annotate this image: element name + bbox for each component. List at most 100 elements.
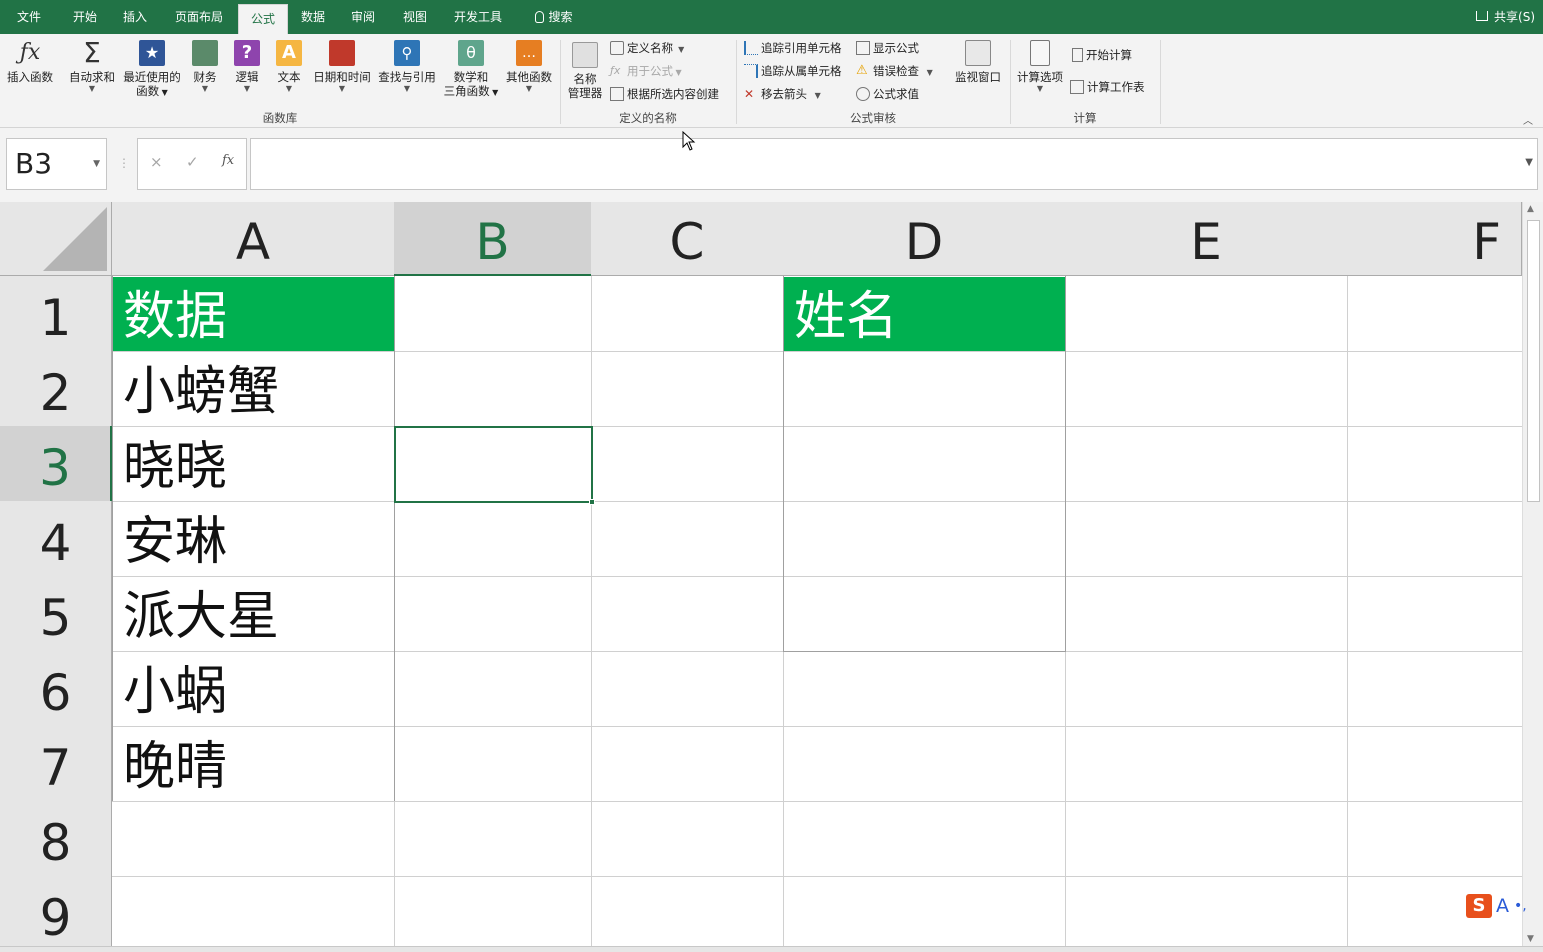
group-label-calculation: 计算	[1073, 111, 1097, 125]
remove-arrows-button[interactable]: ✕ 移去箭头 ▼	[744, 85, 821, 103]
tab-data[interactable]: 数据	[290, 0, 336, 34]
trace-precedents-button[interactable]: 追踪引用单元格	[744, 39, 842, 57]
calc-options-button[interactable]: 计算选项 ▼	[1014, 40, 1066, 94]
table-border	[783, 651, 1066, 652]
ime-punctuation-label: •,	[1514, 898, 1527, 914]
cancel-icon[interactable]: ×	[150, 153, 163, 171]
recent-label-2: 函数	[136, 84, 160, 98]
column-header-b[interactable]: B	[394, 202, 592, 276]
name-manager-label-1: 名称	[573, 72, 597, 86]
ellipsis-book-icon: …	[516, 40, 542, 66]
column-header-a[interactable]: A	[112, 202, 395, 276]
group-label-defined-names: 定义的名称	[619, 111, 677, 125]
warning-icon: ⚠	[856, 62, 868, 78]
name-box[interactable]: B3 ▼	[6, 138, 107, 190]
error-checking-button[interactable]: ⚠ 错误检查 ▼	[856, 62, 933, 80]
logical-label: 逻辑	[235, 70, 259, 84]
tab-file[interactable]: 文件	[6, 0, 52, 34]
chevron-down-icon[interactable]: ▼	[93, 139, 100, 189]
fx-icon: ƒx	[19, 40, 41, 65]
name-tags-icon	[572, 42, 598, 68]
math-trig-button[interactable]: θ 数学和 三角函数 ▼	[440, 40, 502, 100]
column-header-f[interactable]: F	[1347, 202, 1522, 276]
cell-a6[interactable]: 小蜗	[113, 652, 394, 726]
horizontal-scrollbar[interactable]	[0, 946, 1543, 952]
cell-d1[interactable]: 姓名	[784, 277, 1065, 351]
autosum-button[interactable]: Σ 自动求和 ▼	[64, 36, 120, 94]
gridline	[112, 876, 1522, 877]
show-formulas-button[interactable]: 显示公式	[856, 39, 919, 57]
scroll-up-icon[interactable]: ▲	[1527, 204, 1534, 214]
tab-insert[interactable]: 插入	[112, 0, 158, 34]
row-header-7[interactable]: 7	[0, 726, 112, 802]
tell-me-search[interactable]: 搜索	[524, 0, 584, 34]
ime-mode-label: A	[1496, 895, 1509, 917]
column-header-d[interactable]: D	[783, 202, 1066, 276]
insert-function-icon[interactable]: fx	[222, 153, 234, 168]
watch-window-button[interactable]: 监视窗口	[952, 40, 1004, 84]
lookup-button[interactable]: ⚲ 查找与引用 ▼	[376, 40, 438, 94]
cell-a5[interactable]: 派大星	[113, 577, 394, 651]
calc-now-button[interactable]: 开始计算	[1072, 46, 1132, 64]
row-header-2[interactable]: 2	[0, 351, 112, 427]
datetime-button[interactable]: 日期和时间 ▼	[310, 40, 374, 94]
formula-bar-grip-icon[interactable]: ⋮	[118, 156, 130, 170]
group-separator	[560, 40, 561, 124]
vertical-scroll-thumb[interactable]	[1527, 220, 1540, 502]
ime-indicator[interactable]: S A •,	[1466, 892, 1527, 920]
expand-formula-bar-icon[interactable]: ▼	[1525, 157, 1533, 168]
fill-handle[interactable]	[589, 499, 595, 505]
tab-formulas[interactable]: 公式	[238, 4, 288, 34]
evaluate-formula-button[interactable]: 公式求值	[856, 85, 919, 103]
vertical-scrollbar[interactable]: ▲ ▼	[1522, 202, 1543, 946]
row-header-6[interactable]: 6	[0, 651, 112, 727]
row-header-1[interactable]: 1	[0, 276, 112, 352]
trace-dependents-button[interactable]: 追踪从属单元格	[744, 62, 842, 80]
tab-page-layout[interactable]: 页面布局	[168, 0, 230, 34]
text-button[interactable]: A 文本 ▼	[270, 40, 308, 94]
sogou-logo-icon: S	[1466, 894, 1492, 918]
column-header-e[interactable]: E	[1065, 202, 1348, 276]
selected-cell-b3[interactable]	[394, 426, 593, 503]
worksheet-grid[interactable]: A B C D E F 1 2 3 4 5 6 7 8 9 数据 姓名 小螃蟹 …	[0, 202, 1522, 946]
share-button[interactable]: 共享(S)	[1476, 0, 1535, 34]
row-header-9[interactable]: 9	[0, 876, 112, 946]
collapse-ribbon-icon[interactable]: ︿	[1523, 112, 1533, 127]
name-manager-button[interactable]: 名称 管理器	[564, 42, 606, 100]
recently-used-button[interactable]: ★ 最近使用的 函数 ▼	[120, 40, 184, 100]
column-header-c[interactable]: C	[591, 202, 784, 276]
autosum-label: 自动求和	[69, 70, 115, 84]
sigma-icon: Σ	[83, 36, 101, 69]
select-all-corner[interactable]	[0, 202, 112, 276]
use-in-formula-button[interactable]: ƒx 用于公式 ▼	[610, 62, 682, 80]
row-header-4[interactable]: 4	[0, 501, 112, 577]
financial-button[interactable]: 财务 ▼	[186, 40, 224, 94]
logical-button[interactable]: ? 逻辑 ▼	[228, 40, 266, 94]
row-header-3[interactable]: 3	[0, 426, 112, 502]
cell-a3[interactable]: 晓晓	[113, 427, 394, 501]
tab-home[interactable]: 开始	[62, 0, 108, 34]
formula-bar: B3 ▼ ⋮ × ✓ fx ▼	[0, 128, 1543, 202]
calculator-icon	[1030, 40, 1050, 66]
cell-a1[interactable]: 数据	[113, 277, 394, 351]
tab-view[interactable]: 视图	[392, 0, 438, 34]
fx-small-icon: ƒx	[610, 63, 621, 77]
tab-developer[interactable]: 开发工具	[446, 0, 510, 34]
row-header-5[interactable]: 5	[0, 576, 112, 652]
enter-icon[interactable]: ✓	[186, 153, 199, 171]
calc-options-label: 计算选项	[1017, 70, 1063, 84]
tab-review[interactable]: 审阅	[340, 0, 386, 34]
cell-a2[interactable]: 小螃蟹	[113, 352, 394, 426]
calc-sheet-button[interactable]: 计算工作表	[1070, 78, 1145, 96]
trace-precedents-label: 追踪引用单元格	[761, 41, 842, 55]
create-from-selection-button[interactable]: 根据所选内容创建	[610, 85, 719, 103]
scroll-down-icon[interactable]: ▼	[1527, 934, 1534, 944]
text-book-icon: A	[276, 40, 302, 66]
cell-a7[interactable]: 晚晴	[113, 727, 394, 801]
insert-function-button[interactable]: ƒx 插入函数	[4, 40, 56, 84]
formula-input[interactable]: ▼	[250, 138, 1538, 190]
row-header-8[interactable]: 8	[0, 801, 112, 877]
cell-a4[interactable]: 安琳	[113, 502, 394, 576]
more-functions-button[interactable]: … 其他函数 ▼	[502, 40, 556, 94]
define-name-button[interactable]: 定义名称 ▼	[610, 39, 684, 57]
